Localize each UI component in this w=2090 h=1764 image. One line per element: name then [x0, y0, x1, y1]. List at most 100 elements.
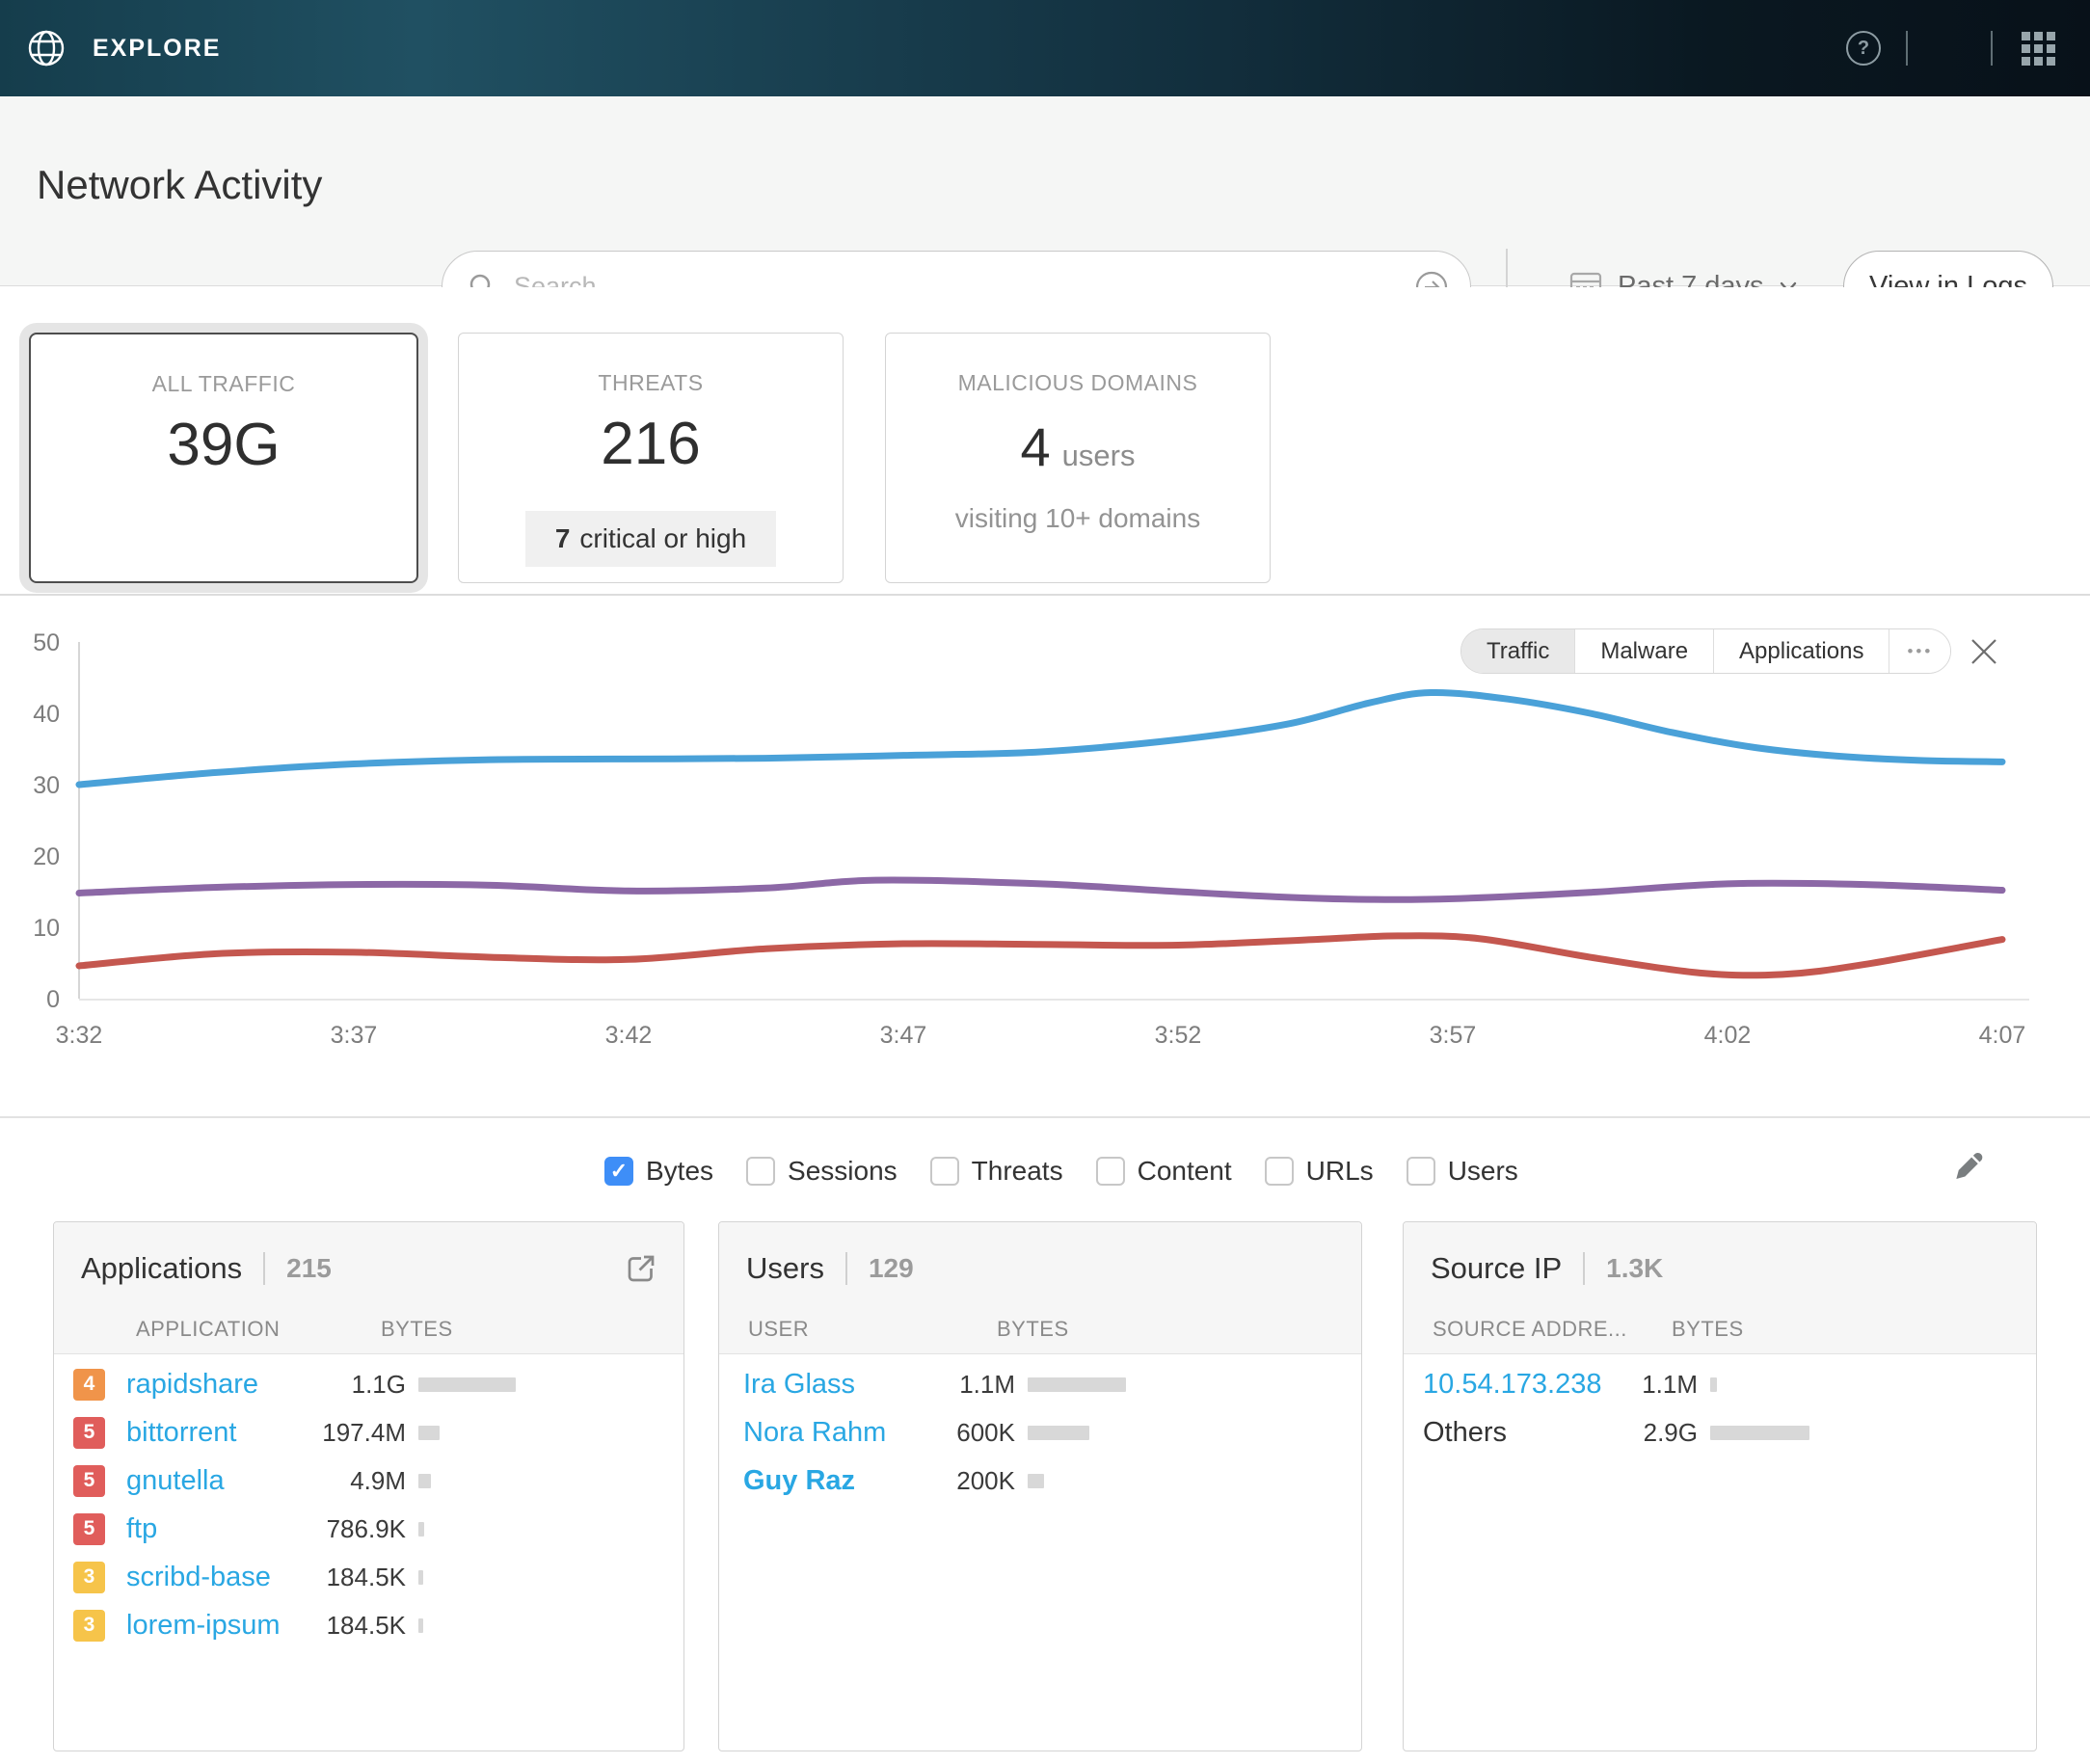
card-threats[interactable]: THREATS 216 7critical or high: [458, 333, 844, 583]
applications-panel: Applications 215 APPLICATION BYTES 4rapi…: [53, 1221, 684, 1751]
critical-high-badge: 7critical or high: [525, 511, 776, 567]
x-axis-tick: 4:07: [1979, 1022, 2026, 1049]
close-icon[interactable]: [1965, 632, 2003, 671]
card-label: MALICIOUS DOMAINS: [958, 370, 1198, 396]
x-axis-tick: 3:52: [1155, 1022, 1202, 1049]
row-link[interactable]: bittorrent: [126, 1417, 295, 1449]
risk-badge: 3: [73, 1610, 105, 1642]
app-switcher-icon[interactable]: [2022, 32, 2055, 66]
bytes-value: 2.9G: [1587, 1418, 1698, 1448]
filter-item-users: Users: [1407, 1156, 1518, 1187]
bytes-bar: [418, 1377, 516, 1392]
card-all-traffic[interactable]: ALL TRAFFIC 39G: [29, 333, 418, 583]
panel-count: 129: [869, 1253, 914, 1284]
filter-label: URLs: [1306, 1156, 1374, 1187]
filter-label: Threats: [972, 1156, 1063, 1187]
bytes-bar: [418, 1570, 423, 1585]
panel-count: 215: [286, 1253, 332, 1284]
risk-badge: 5: [73, 1465, 105, 1497]
external-link-icon[interactable]: [624, 1251, 658, 1286]
x-axis-tick: 3:42: [605, 1022, 653, 1049]
filter-label: Users: [1448, 1156, 1518, 1187]
table-row: 3lorem-ipsum184.5K: [54, 1601, 683, 1649]
chart-tab-traffic[interactable]: Traffic: [1461, 629, 1575, 673]
filter-item-content: Content: [1096, 1156, 1232, 1187]
row-link[interactable]: Nora Rahm: [743, 1417, 904, 1449]
x-axis-tick: 4:02: [1704, 1022, 1752, 1049]
row-link[interactable]: rapidshare: [126, 1369, 295, 1401]
row-link[interactable]: ftp: [126, 1513, 295, 1545]
table-row: 10.54.173.2381.1M: [1404, 1360, 2036, 1408]
card-value-suffix: users: [1062, 439, 1136, 473]
bytes-value: 786.9K: [295, 1514, 406, 1544]
help-icon[interactable]: ?: [1846, 31, 1881, 66]
checkbox-urls[interactable]: [1265, 1157, 1294, 1186]
traffic-chart-section: 010203040503:323:373:423:473:523:574:024…: [0, 598, 2090, 1118]
y-axis-tick: 10: [33, 915, 60, 942]
row-link[interactable]: lorem-ipsum: [126, 1610, 295, 1642]
bytes-value: 4.9M: [295, 1466, 406, 1496]
top-navbar: EXPLORE ?: [0, 0, 2090, 96]
chart-line-traffic-low: [79, 936, 2002, 976]
x-axis-tick: 3:57: [1430, 1022, 1477, 1049]
bytes-bar: [1710, 1377, 1717, 1392]
card-malicious-domains[interactable]: MALICIOUS DOMAINS 4 users visiting 10+ d…: [885, 333, 1271, 583]
table-row: Nora Rahm600K: [719, 1408, 1361, 1457]
card-subtext: visiting 10+ domains: [955, 503, 1200, 534]
chart-tab-malware[interactable]: Malware: [1575, 629, 1714, 673]
panel-title: Applications: [81, 1251, 242, 1286]
chart-tab-applications[interactable]: Applications: [1714, 629, 1889, 673]
y-axis-tick: 50: [33, 629, 60, 656]
risk-badge: 3: [73, 1562, 105, 1593]
bytes-value: 1.1G: [295, 1370, 406, 1400]
risk-badge: 5: [73, 1417, 105, 1449]
app-title: EXPLORE: [93, 35, 221, 63]
card-label: THREATS: [598, 370, 703, 396]
panel-header: Users 129 USER BYTES: [719, 1222, 1361, 1354]
edit-pencil-icon[interactable]: [1949, 1145, 1990, 1186]
table-row: 4 rapidshare1.1G: [54, 1360, 683, 1408]
table-row: Others2.9G: [1404, 1408, 2036, 1457]
row-link[interactable]: scribd-base: [126, 1562, 295, 1593]
checkbox-threats[interactable]: [930, 1157, 959, 1186]
row-link[interactable]: gnutella: [126, 1465, 295, 1497]
bytes-value: 197.4M: [295, 1418, 406, 1448]
card-label: ALL TRAFFIC: [152, 371, 296, 397]
panel-rows: 4 rapidshare1.1G 5 bittorrent197.4M 5 gnutell…: [54, 1354, 683, 1649]
filter-item-threats: Threats: [930, 1156, 1063, 1187]
row-link[interactable]: Guy Raz: [743, 1465, 904, 1497]
row-link[interactable]: 10.54.173.238: [1423, 1369, 1587, 1401]
y-axis-tick: 40: [33, 701, 60, 728]
card-value: 4: [1021, 415, 1051, 478]
checkbox-sessions[interactable]: [746, 1157, 775, 1186]
metric-filter-row: ✓BytesSessionsThreatsContentURLsUsers: [604, 1143, 1518, 1199]
chart-line-traffic-mid: [79, 880, 2002, 899]
filter-label: Content: [1138, 1156, 1232, 1187]
bytes-bar: [418, 1522, 424, 1537]
table-row: 5 bittorrent197.4M: [54, 1408, 683, 1457]
filter-label: Bytes: [646, 1156, 713, 1187]
y-axis-tick: 30: [33, 772, 60, 799]
card-value: 216: [601, 410, 700, 478]
row-link[interactable]: Ira Glass: [743, 1369, 904, 1401]
x-axis-tick: 3:47: [880, 1022, 927, 1049]
chart-tab-more[interactable]: •••: [1889, 629, 1950, 673]
checkbox-users[interactable]: [1407, 1157, 1435, 1186]
x-axis-tick: 3:32: [56, 1022, 103, 1049]
bytes-value: 200K: [904, 1466, 1015, 1496]
bytes-value: 184.5K: [295, 1563, 406, 1592]
bytes-bar: [1710, 1426, 1809, 1440]
nav-divider: [1906, 31, 1908, 66]
risk-badge: 5: [73, 1513, 105, 1545]
traffic-line-chart: 010203040503:323:373:423:473:523:574:024…: [0, 598, 2090, 1118]
risk-badge: 4: [73, 1369, 105, 1401]
bytes-value: 1.1M: [1587, 1370, 1698, 1400]
filter-item-bytes: ✓ Bytes: [604, 1156, 713, 1187]
y-axis-tick: 20: [33, 843, 60, 870]
bytes-bar: [418, 1474, 431, 1488]
checkbox-bytes[interactable]: ✓: [604, 1157, 633, 1186]
checkbox-content[interactable]: [1096, 1157, 1125, 1186]
bytes-bar: [1028, 1426, 1089, 1440]
page-title: Network Activity: [37, 162, 322, 208]
bytes-bar: [418, 1426, 440, 1440]
